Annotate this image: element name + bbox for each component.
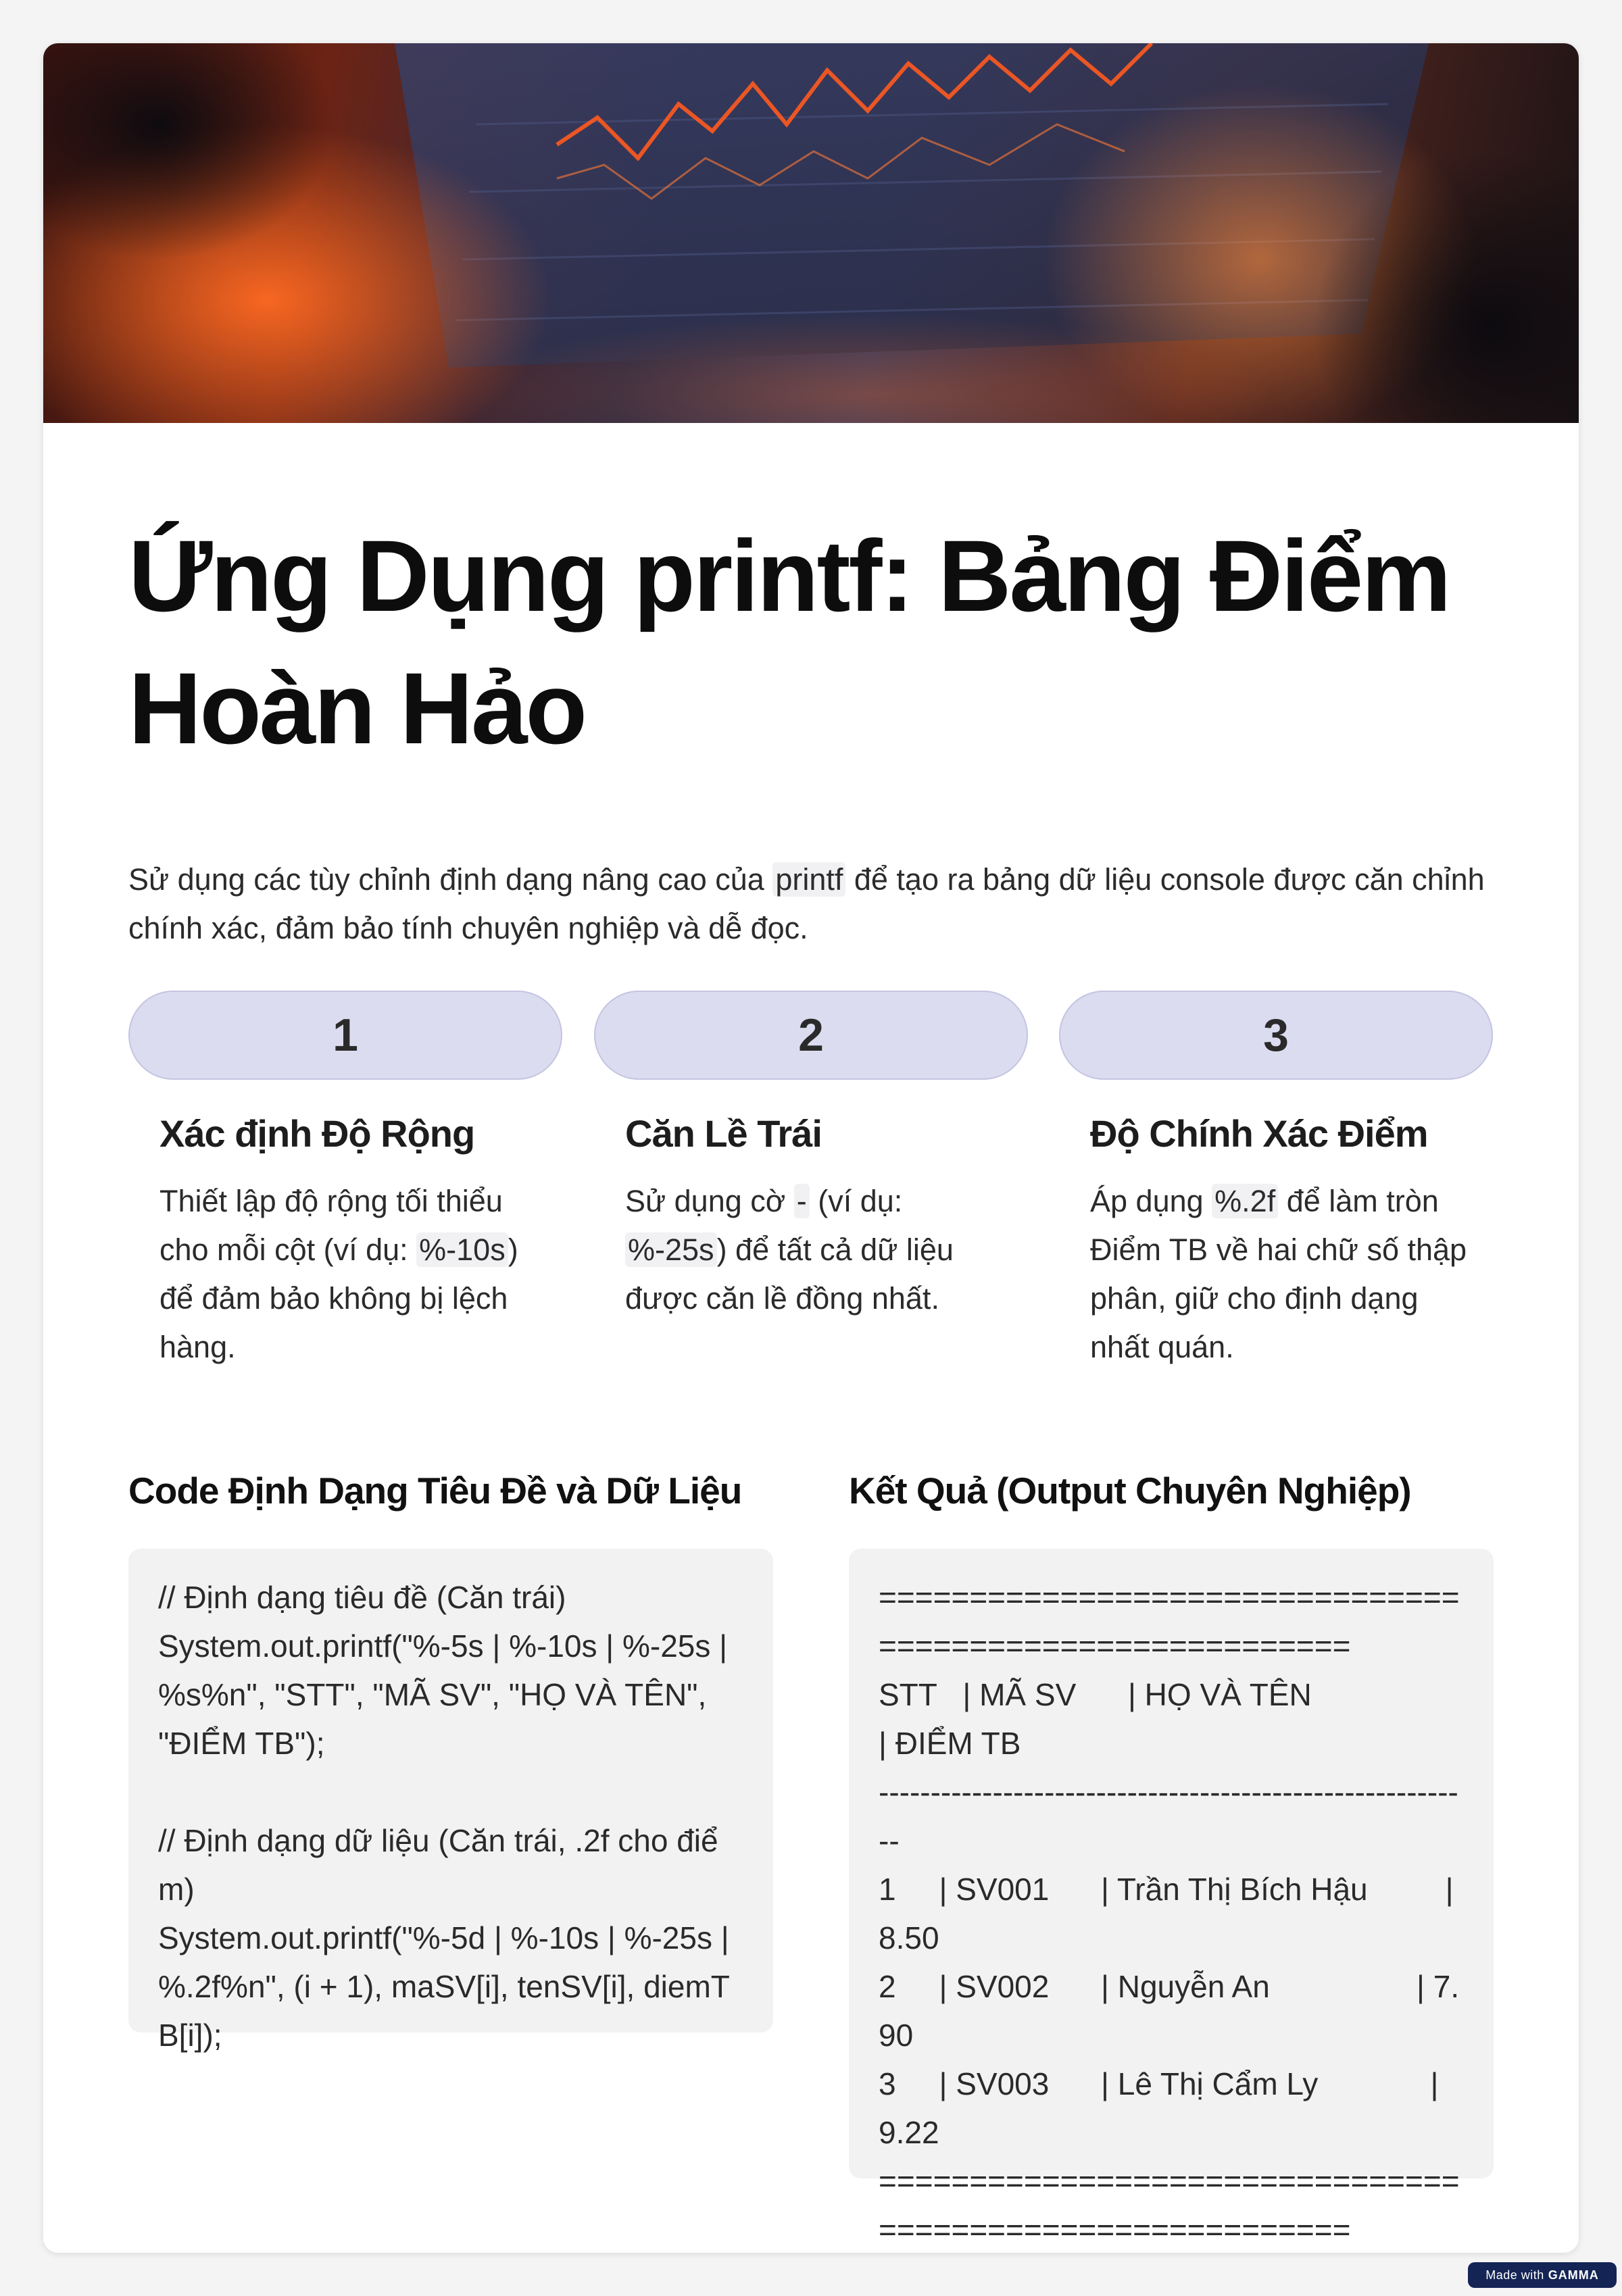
page-title: Ứng Dụng printf: Bảng Điểm Hoàn Hảo: [128, 519, 1452, 765]
step-title: Độ Chính Xác Điểm: [1090, 1112, 1429, 1155]
step-body: Sử dụng cờ - (ví dụ: %-25s) để tất cả dữ…: [625, 1177, 1004, 1323]
code-block: // Định dạng tiêu đề (Căn trái) System.o…: [128, 1549, 773, 2053]
step-body-text-middle: (ví dụ:: [809, 1184, 903, 1218]
step-3: 3 Độ Chính Xác Điểm Áp dụng %.2f để làm …: [1059, 991, 1493, 1372]
step-title: Xác định Độ Rộng: [159, 1112, 475, 1155]
step-body-code: %-10s: [416, 1232, 508, 1267]
badge-prefix: Made with: [1485, 2268, 1544, 2282]
slide-card: Ứng Dụng printf: Bảng Điểm Hoàn Hảo Sử d…: [43, 43, 1579, 2253]
step-2: 2 Căn Lề Trái Sử dụng cờ - (ví dụ: %-25s…: [594, 991, 1028, 1323]
step-number-pill: 3: [1059, 991, 1493, 1080]
gamma-logo: GAMMA: [1548, 2268, 1599, 2282]
step-body: Áp dụng %.2f để làm tròn Điểm TB về hai …: [1090, 1177, 1469, 1372]
intro-text: Sử dụng các tùy chỉnh định dạng nâng cao…: [128, 862, 773, 897]
step-body: Thiết lập độ rộng tối thiểu cho mỗi cột …: [159, 1177, 538, 1372]
step-number-pill: 2: [594, 991, 1028, 1080]
step-title: Căn Lề Trái: [625, 1112, 822, 1155]
hero-image: [43, 43, 1579, 423]
intro-code: printf: [772, 862, 846, 897]
step-body-text: Áp dụng: [1090, 1184, 1212, 1218]
step-1: 1 Xác định Độ Rộng Thiết lập độ rộng tối…: [128, 991, 562, 1372]
stock-chart-photo-illustration: [43, 43, 1579, 423]
step-body-code: %.2f: [1212, 1184, 1279, 1218]
step-body-code: -: [793, 1184, 810, 1218]
step-number-pill: 1: [128, 991, 562, 1080]
step-body-text: Sử dụng cờ: [625, 1184, 794, 1218]
output-section-title: Kết Quả (Output Chuyên Nghiệp): [849, 1470, 1412, 1512]
output-block: ========================================…: [849, 1549, 1494, 2247]
step-body-code-2: %-25s: [625, 1232, 717, 1267]
intro-paragraph: Sử dụng các tùy chỉnh định dạng nâng cao…: [128, 855, 1514, 953]
code-section-title: Code Định Dạng Tiêu Đề và Dữ Liệu: [128, 1470, 742, 1512]
made-with-gamma-badge[interactable]: Made with GAMMA: [1468, 2262, 1617, 2288]
